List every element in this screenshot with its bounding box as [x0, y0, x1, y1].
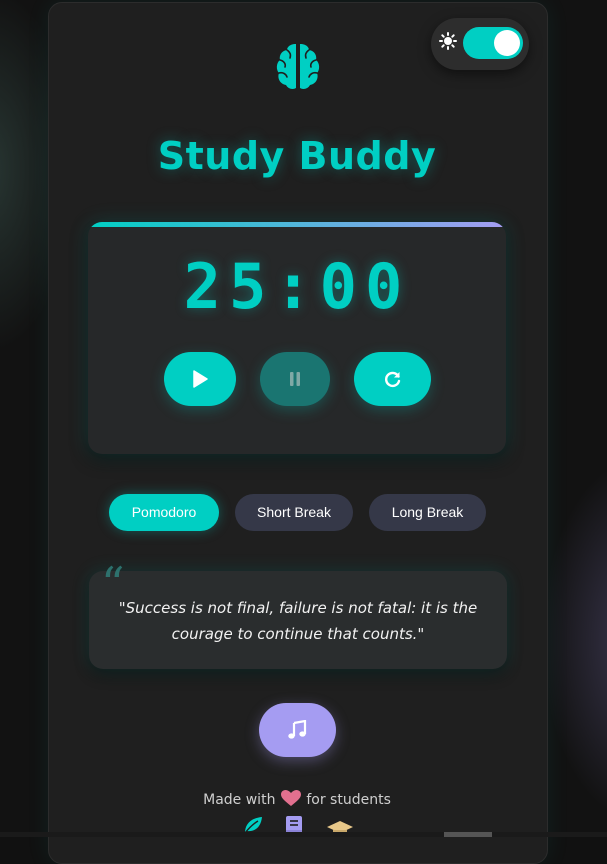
footer-prefix: Made with — [203, 792, 275, 808]
sun-icon — [439, 32, 457, 50]
quote-text: "Success is not final, failure is not fa… — [103, 595, 493, 647]
mode-long-break-button[interactable]: Long Break — [369, 494, 486, 531]
refresh-icon — [384, 370, 402, 388]
timer-card: 25:00 — [88, 222, 506, 454]
app-title: Study Buddy — [48, 134, 546, 178]
pause-button[interactable] — [260, 352, 330, 406]
mode-pomodoro-button[interactable]: Pomodoro — [109, 494, 219, 531]
scroll-indicator — [444, 832, 492, 837]
reset-button[interactable] — [354, 352, 431, 406]
footer-text: Made with for students — [48, 790, 546, 811]
heart-icon — [281, 790, 301, 811]
start-button[interactable] — [164, 352, 236, 406]
window-bottom-strip — [0, 832, 607, 837]
quote-card: “ "Success is not final, failure is not … — [89, 571, 507, 669]
music-button[interactable] — [259, 703, 336, 757]
toggle-knob — [494, 30, 520, 56]
footer-suffix: for students — [306, 792, 391, 808]
theme-toggle-container — [431, 18, 529, 70]
play-icon — [192, 370, 208, 388]
theme-toggle[interactable] — [463, 27, 523, 59]
timer-accent-bar — [88, 222, 506, 227]
mode-short-break-button[interactable]: Short Break — [235, 494, 353, 531]
pause-icon — [289, 372, 301, 386]
brain-icon — [272, 40, 324, 92]
timer-display: 25:00 — [88, 250, 506, 323]
music-note-icon — [287, 720, 307, 740]
